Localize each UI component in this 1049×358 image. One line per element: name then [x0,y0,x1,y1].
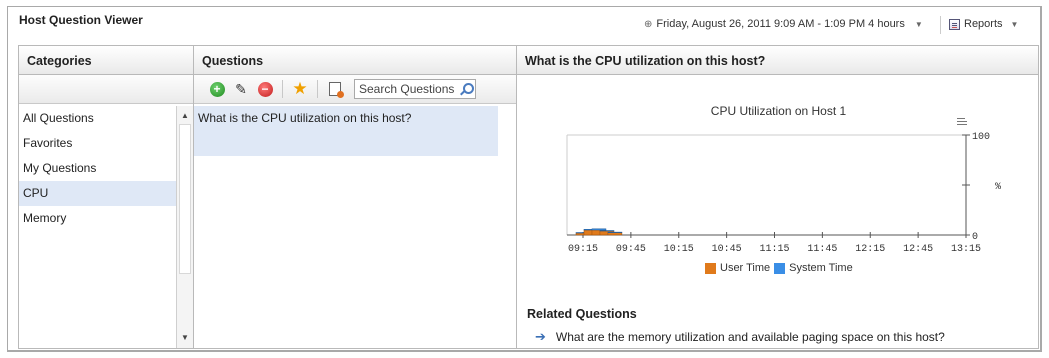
categories-pane: Categories All Questions Favorites My Qu… [19,46,194,348]
search-input[interactable] [359,82,459,96]
add-icon: + [209,81,225,97]
category-item-all-questions[interactable]: All Questions [19,106,176,131]
scroll-up-icon[interactable]: ▲ [177,108,193,124]
bar-user-time [607,232,623,236]
remove-icon: − [257,81,273,97]
x-tick-label: 09:15 [568,244,598,255]
host-question-viewer-window: Host Question Viewer ⊕ Friday, August 26… [7,6,1042,352]
category-item-memory[interactable]: Memory [19,206,176,231]
toolbar-divider [940,16,941,34]
edit-question-button[interactable]: ✎ [232,80,250,98]
legend-label-user-time: User Time [720,262,771,274]
categories-scrollbar[interactable]: ▲ ▼ [176,106,193,348]
report-icon [329,82,344,98]
bar-system-time [591,228,607,231]
question-item[interactable]: What is the CPU utilization on this host… [194,106,498,156]
x-tick-label: 11:15 [759,244,789,255]
chart-legend: User Time System Time [705,262,853,274]
questions-pane: Questions + ✎ − ★ Search Questions What … [194,46,517,348]
search-icon[interactable] [459,82,474,96]
legend-label-system-time: System Time [789,262,853,274]
edit-icon: ✎ [235,81,247,97]
x-tick-label: 11:45 [807,244,837,255]
x-tick-label: 12:15 [855,244,885,255]
favorite-button[interactable]: ★ [291,80,309,98]
chevron-down-icon: ▼ [914,19,923,29]
category-item-my-questions[interactable]: My Questions [19,156,176,181]
x-tick-label: 12:45 [903,244,933,255]
x-tick-label: 13:15 [951,244,981,255]
time-range-label: Friday, August 26, 2011 9:09 AM - 1:09 P… [656,18,905,30]
toolbar-divider [282,80,283,98]
categories-list: All Questions Favorites My Questions CPU… [19,106,176,348]
viewer-title: Host Question Viewer [19,13,143,27]
reports-label: Reports [964,18,1003,30]
remove-question-button[interactable]: − [256,80,274,98]
time-range-selector[interactable]: ⊕ Friday, August 26, 2011 9:09 AM - 1:09… [644,18,923,30]
y-axis-label: % [995,182,1001,193]
y-tick-label: 0 [972,232,978,243]
categories-subbar [19,75,193,104]
legend-swatch-user-time [705,262,716,274]
viewer-header: Host Question Viewer ⊕ Friday, August 26… [8,7,1040,45]
viewer-panes: Categories All Questions Favorites My Qu… [18,45,1039,349]
categories-header: Categories [19,46,193,75]
y-tick-label: 100 [972,132,990,143]
legend-swatch-system-time [774,262,786,274]
scroll-down-icon[interactable]: ▼ [177,330,193,346]
bar-system-time [599,230,615,232]
x-tick-label: 10:15 [664,244,694,255]
scroll-thumb[interactable] [179,124,191,274]
chevron-down-icon: ▼ [1010,19,1019,29]
arrow-right-icon: ➔ [535,329,546,344]
toolbar-divider [317,80,318,98]
related-question-link[interactable]: ➔ What are the memory utilization and av… [535,329,945,345]
x-tick-label: 09:45 [616,244,646,255]
question-detail-pane: What is the CPU utilization on this host… [517,46,1038,348]
related-question-label[interactable]: What are the memory utilization and avai… [556,330,945,344]
clock-icon: ⊕ [644,18,653,30]
favorite-star-icon: ★ [292,79,308,98]
x-tick-label: 10:45 [712,244,742,255]
related-questions-title: Related Questions [527,307,637,321]
questions-header: Questions [194,46,516,75]
category-item-favorites[interactable]: Favorites [19,131,176,156]
report-button[interactable] [326,80,344,98]
search-questions-field[interactable] [354,79,476,99]
bar-system-time [607,231,623,233]
reports-icon [949,18,960,30]
questions-toolbar: + ✎ − ★ [194,75,516,104]
add-question-button[interactable]: + [208,80,226,98]
category-item-cpu[interactable]: CPU [19,181,176,206]
reports-menu-button[interactable]: Reports ▼ [949,18,1018,30]
